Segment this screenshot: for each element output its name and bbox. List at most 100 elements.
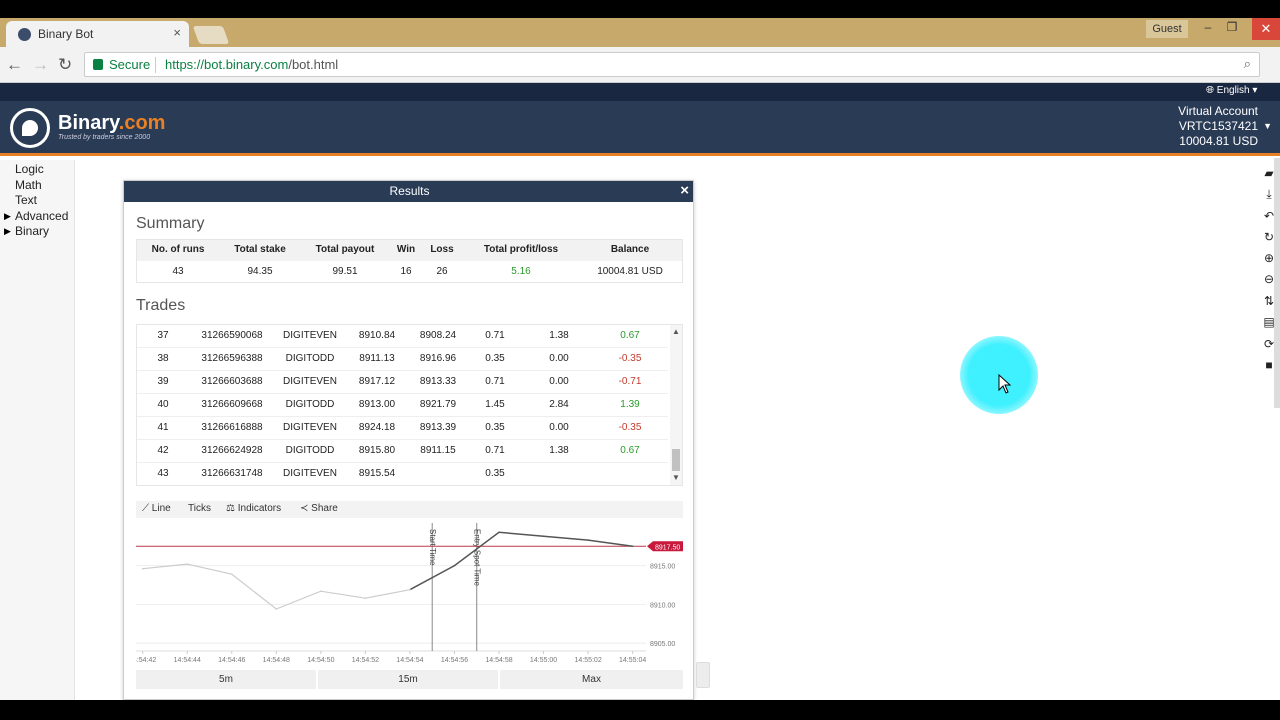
toolbox-advanced[interactable]: Advanced	[15, 209, 68, 223]
scroll-thumb[interactable]	[672, 449, 680, 471]
table-row[interactable]: 37 31266590068 DIGITEVEN 8910.84 8908.24 0.71…	[137, 325, 668, 348]
toolbox-math[interactable]: Math	[15, 178, 42, 192]
price-point	[364, 597, 367, 599]
ticks-button[interactable]: Ticks	[188, 503, 211, 514]
x-tick-label: 14:54:54	[396, 657, 423, 664]
trade-entry-spot: 8924.18	[358, 422, 396, 433]
brand-main: Binary	[58, 112, 119, 134]
period-5m-button[interactable]: 5m	[136, 670, 316, 689]
summary-heading: Summary	[136, 215, 205, 232]
tab-close-icon[interactable]: ×	[173, 25, 181, 40]
trade-exit-spot: 8916.96	[419, 353, 457, 364]
binary-logo-icon[interactable]	[10, 108, 50, 148]
trade-stake: 0.35	[485, 422, 505, 433]
maximize-window-icon[interactable]: ❐	[1221, 20, 1243, 34]
x-tick-label: 14:54:42	[136, 657, 156, 664]
indicators-icon: ⚖︎	[226, 503, 235, 514]
period-15m-button[interactable]: 15m	[318, 670, 498, 689]
price-point	[275, 608, 278, 610]
trade-entry-spot: 8913.00	[358, 399, 396, 410]
current-price-label: 8917.50	[655, 544, 680, 551]
account-info[interactable]: Virtual Account VRTC1537421 10004.81 USD	[1178, 104, 1258, 149]
minimize-window-icon[interactable]: –	[1197, 20, 1219, 34]
brand-name[interactable]: Binary.com	[58, 112, 165, 135]
table-row[interactable]: 39 31266603688 DIGITEVEN 8917.12 8913.33 0.71…	[137, 371, 668, 394]
close-window-icon[interactable]: ✕	[1252, 18, 1280, 40]
trade-exit-spot: 8913.33	[419, 376, 457, 387]
expand-arrow-icon[interactable]: ▶	[4, 226, 11, 237]
dialog-resize-handle[interactable]	[696, 662, 710, 688]
tick-chart-svg: 8915.00 8910.00 8905.00 14:54:42 14:54:44 14:…	[129, 523, 685, 664]
trade-entry-spot: 8911.13	[359, 353, 395, 364]
share-button[interactable]: ≺ Share	[300, 503, 338, 514]
tick-chart[interactable]: 8915.00 8910.00 8905.00 14:54:42 14:54:44 14:…	[129, 519, 685, 669]
table-row[interactable]: 40 31266609668 DIGITODD 8913.00 8921.79 1.45 2…	[137, 394, 668, 417]
chart-toolbar: ⟋ Line Ticks ⚖︎ Indicators ≺ Share	[136, 501, 683, 518]
trade-payout: 1.38	[549, 445, 569, 456]
summary-balance: 10004.81 USD	[597, 266, 663, 277]
secure-label: Secure	[109, 57, 151, 72]
x-tick-label: 14:55:02	[574, 657, 601, 664]
mouse-pointer-icon	[998, 374, 1012, 394]
dialog-title: Results	[124, 181, 693, 202]
price-point	[141, 567, 144, 570]
summary-header: Balance	[610, 244, 650, 255]
reload-icon[interactable]: ↻	[58, 55, 72, 75]
page-scrollbar[interactable]	[1274, 158, 1280, 408]
expand-arrow-icon[interactable]: ▶	[4, 211, 11, 222]
indicators-button[interactable]: ⚖︎ Indicators	[226, 503, 281, 514]
scroll-down-icon[interactable]: ▼	[672, 473, 680, 482]
x-tick-label: 14:54:50	[307, 657, 334, 664]
toolbox-logic[interactable]: Logic	[15, 162, 44, 176]
period-max-button[interactable]: Max	[500, 670, 683, 689]
new-tab-button[interactable]	[192, 26, 230, 44]
account-dropdown-icon[interactable]: ▼	[1263, 121, 1272, 131]
trade-payout: 2.84	[549, 399, 569, 410]
trade-entry-spot: 8917.12	[358, 376, 396, 387]
toolbox-text[interactable]: Text	[15, 193, 37, 207]
language-label: English	[1216, 85, 1250, 96]
close-icon[interactable]: ×	[680, 182, 689, 200]
table-row[interactable]: 38 31266596388 DIGITODD 8911.13 8916.96 0.35 0…	[137, 348, 668, 371]
address-bar[interactable]: Secure https://bot.binary.com/bot.html ⌕	[84, 52, 1260, 77]
summary-header: Loss	[430, 244, 454, 255]
guest-profile-button[interactable]: Guest	[1146, 20, 1188, 38]
price-point	[186, 563, 189, 565]
price-point	[230, 573, 233, 575]
trade-reference: 31266609668	[201, 399, 263, 410]
table-row[interactable]: 41 31266616888 DIGITEVEN 8924.18 8913.39 0.35…	[137, 417, 668, 440]
block-toolbox: Logic Math Text ▶ Advanced ▶ Binary	[0, 160, 75, 700]
language-selector[interactable]: 🌐︎ English ▾	[1206, 85, 1257, 96]
table-row[interactable]: 43 31266631748 DIGITEVEN 8915.54 0.35	[137, 463, 668, 485]
table-row[interactable]: 42 31266624928 DIGITODD 8915.80 8911.15 0.71 1…	[137, 440, 668, 463]
line-chart-button[interactable]: ⟋ Line	[142, 503, 171, 514]
back-arrow-icon[interactable]: ←	[6, 55, 23, 75]
forward-arrow-icon[interactable]: →	[32, 55, 49, 75]
trade-profit: 0.67	[620, 445, 640, 456]
bottom-band	[0, 700, 1280, 720]
price-point	[542, 535, 545, 537]
summary-total-payout: 99.51	[332, 266, 358, 277]
price-point	[453, 564, 456, 567]
screen: Binary Bot × Guest – ❐ ✕ ← → ↻ Secure ht…	[0, 0, 1280, 720]
line-chart-icon: ⟋	[142, 503, 149, 514]
browser-tab[interactable]: Binary Bot ×	[6, 21, 189, 47]
summary-header: Win	[396, 244, 416, 255]
trade-exit-spot: 8911.15	[420, 445, 456, 456]
zoom-icon[interactable]: ⌕	[1244, 56, 1251, 72]
x-tick-label: 14:54:48	[263, 657, 290, 664]
summary-loss: 26	[436, 266, 448, 277]
trades-scrollbar[interactable]: ▲ ▼	[670, 325, 682, 485]
trade-number: 41	[157, 422, 169, 433]
price-point	[631, 545, 634, 548]
summary-header: Total payout	[315, 244, 375, 255]
trade-profit: -0.35	[618, 353, 642, 364]
toolbox-binary[interactable]: Binary	[15, 224, 49, 238]
summary-runs: 43	[172, 266, 184, 277]
binary-bot-favicon-icon	[18, 28, 31, 41]
trade-entry-spot: 8915.80	[358, 445, 396, 456]
price-point	[498, 531, 500, 534]
account-id: VRTC1537421	[1178, 119, 1258, 133]
url-text[interactable]: https://bot.binary.com/bot.html	[165, 57, 338, 72]
scroll-up-icon[interactable]: ▲	[672, 327, 680, 336]
